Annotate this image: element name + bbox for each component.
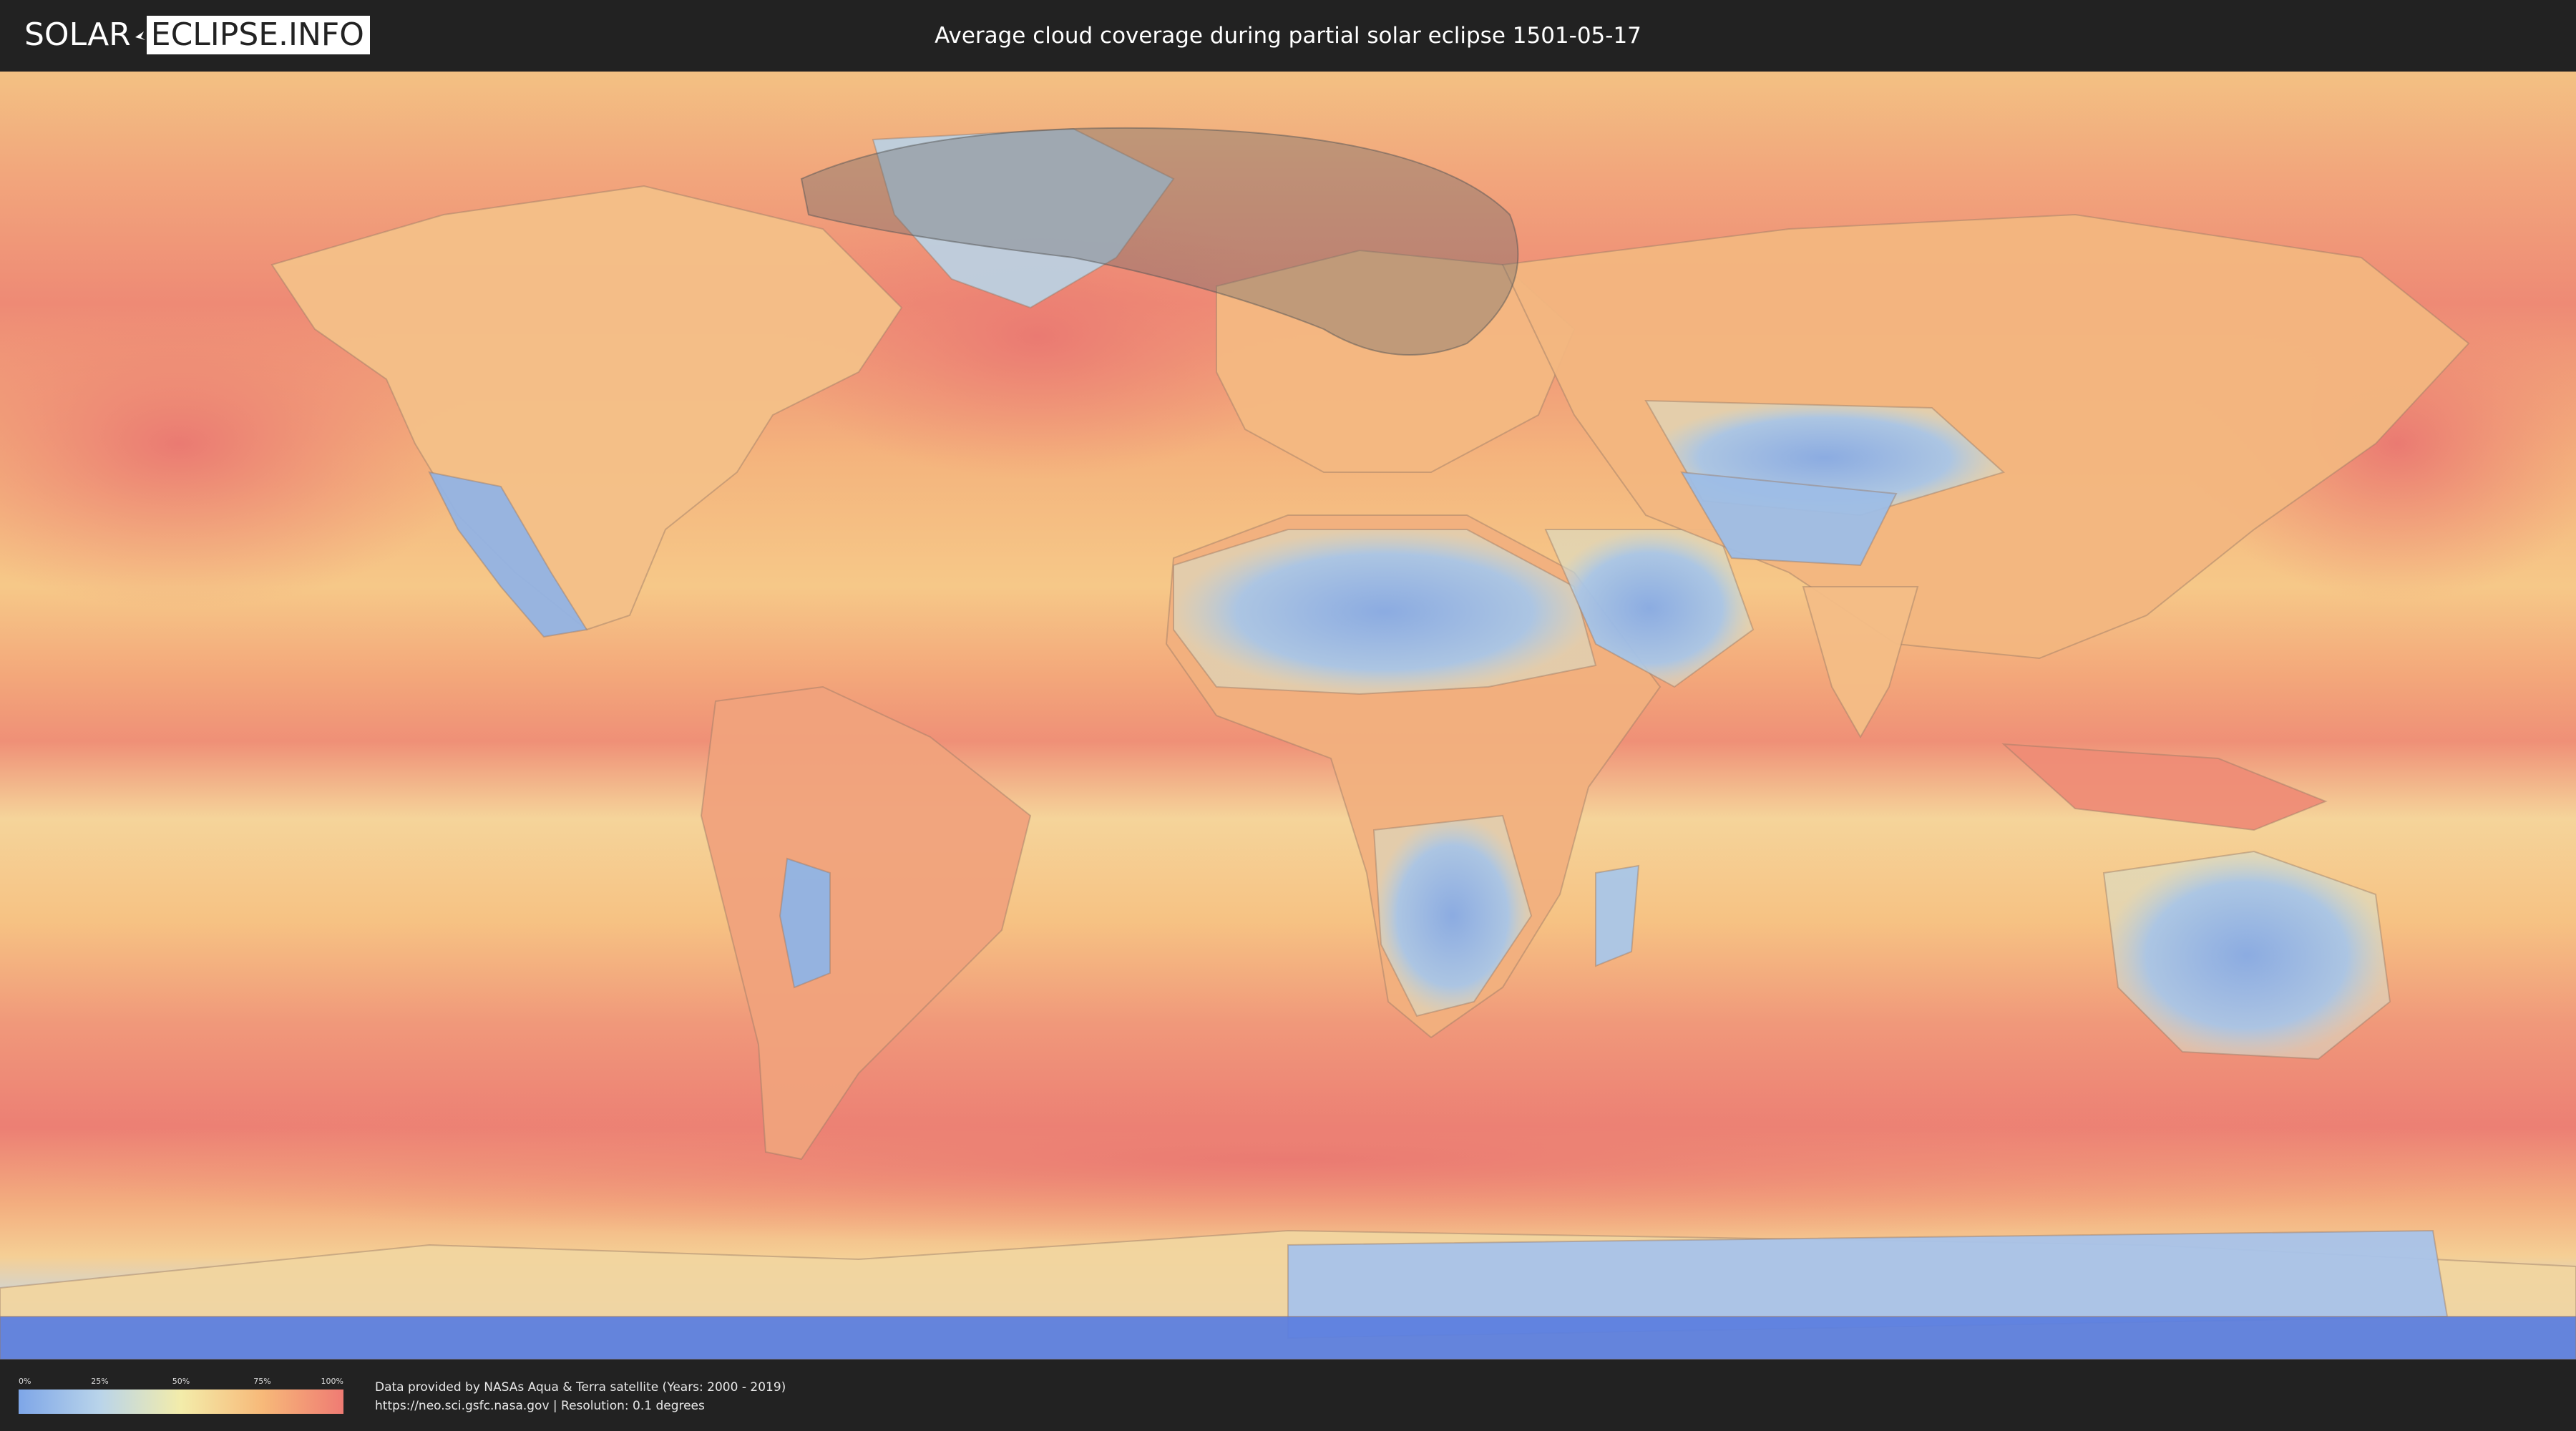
color-legend: 0% 25% 50% 75% 100% (19, 1377, 343, 1414)
data-credits: Data provided by NASAs Aqua & Terra sate… (375, 1378, 786, 1415)
header-bar: SOLAR ECLIPSE.INFO Average cloud coverag… (0, 0, 2576, 72)
legend-tick: 100% (321, 1377, 343, 1386)
legend-tick: 25% (91, 1377, 109, 1386)
polar-clear-strip (0, 1316, 2576, 1359)
world-map-svg (0, 72, 2576, 1359)
credits-line-url: https://neo.sci.gsfc.nasa.gov | Resoluti… (375, 1399, 705, 1413)
page-title: Average cloud coverage during partial so… (935, 23, 1641, 49)
land-madagascar (1595, 864, 1640, 967)
cloud-coverage-map[interactable] (0, 72, 2576, 1359)
legend-ticks: 0% 25% 50% 75% 100% (19, 1377, 343, 1388)
legend-tick: 75% (253, 1377, 271, 1386)
legend-tick: 50% (172, 1377, 190, 1386)
legend-gradient-bar (19, 1390, 343, 1414)
credits-line-source: Data provided by NASAs Aqua & Terra sate… (375, 1380, 786, 1395)
legend-tick: 0% (19, 1377, 31, 1386)
cloudy-patch-southern-ocean (0, 1073, 2576, 1245)
footer-bar: 0% 25% 50% 75% 100% Data provided by NAS… (0, 1359, 2576, 1431)
